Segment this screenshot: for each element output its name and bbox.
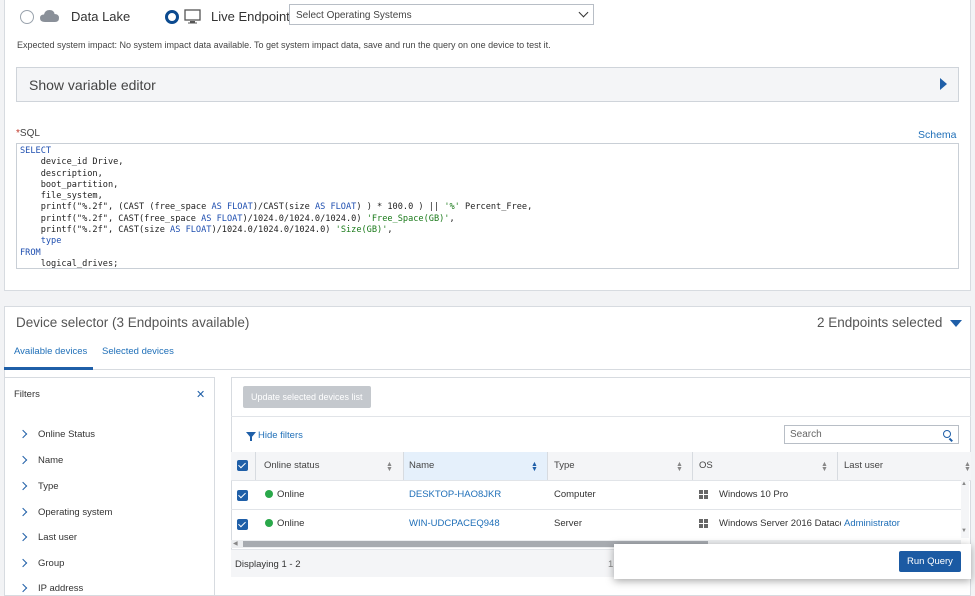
windows-icon xyxy=(699,519,708,528)
filter-online-status[interactable]: Online Status xyxy=(38,429,95,440)
row-status: Online xyxy=(277,518,305,529)
search-input[interactable]: Search xyxy=(784,425,959,444)
row-device-name[interactable]: WIN-UDCPACEQ948 xyxy=(409,518,500,529)
filters-title: Filters xyxy=(14,389,40,400)
caret-down-icon[interactable] xyxy=(950,320,962,327)
run-query-button[interactable]: Run Query xyxy=(899,551,961,572)
tab-bar-divider xyxy=(4,369,971,370)
column-divider xyxy=(255,452,256,480)
column-header-last-user[interactable]: Last user xyxy=(844,460,883,471)
sort-icon[interactable]: ▲ ▼ xyxy=(386,461,393,473)
sql-editor[interactable]: SELECT device_id Drive, description, boo… xyxy=(16,143,959,269)
online-status-icon xyxy=(265,490,273,498)
sort-icon[interactable]: ▲ ▼ xyxy=(964,461,971,473)
filter-last-user[interactable]: Last user xyxy=(38,532,77,543)
variable-editor-toggle[interactable]: Show variable editor xyxy=(16,67,959,102)
sort-icon[interactable]: ▲ ▼ xyxy=(676,461,683,473)
row-type: Computer xyxy=(554,489,596,500)
search-placeholder: Search xyxy=(790,429,822,440)
filter-icon-stem xyxy=(250,437,252,441)
column-header-os[interactable]: OS xyxy=(699,460,713,471)
schema-link[interactable]: Schema xyxy=(918,129,957,141)
header-bottom-line xyxy=(231,480,971,481)
sql-label: *SQL xyxy=(16,128,40,139)
grid-toolbar-divider xyxy=(231,416,971,417)
monitor-icon xyxy=(184,9,201,24)
column-header-online-status[interactable]: Online status xyxy=(264,460,319,471)
row-checkbox[interactable] xyxy=(237,490,248,501)
system-impact-text: Expected system impact: No system impact… xyxy=(17,40,551,50)
os-select[interactable]: Select Operating Systems xyxy=(289,4,594,25)
caret-right-icon[interactable] xyxy=(940,78,947,90)
row-last-user[interactable]: Administrator xyxy=(844,518,900,529)
endpoints-selected-count[interactable]: 2 Endpoints selected xyxy=(817,315,942,330)
system-impact-message: No system impact data available. To get … xyxy=(117,40,551,50)
filter-type[interactable]: Type xyxy=(38,481,59,492)
update-selected-devices-button[interactable]: Update selected devices list xyxy=(243,386,371,408)
scroll-up-icon[interactable]: ▲ xyxy=(961,481,967,487)
cloud-icon xyxy=(40,9,60,23)
column-divider xyxy=(837,452,838,480)
windows-icon xyxy=(699,490,708,499)
filters-sidebar xyxy=(4,377,215,596)
filter-ip-address[interactable]: IP address xyxy=(38,583,83,594)
sort-icon[interactable]: ▲ ▼ xyxy=(531,461,538,473)
data-lake-label: Data Lake xyxy=(71,9,131,24)
close-icon[interactable]: ✕ xyxy=(196,388,205,401)
displaying-count: Displaying 1 - 2 xyxy=(235,559,301,570)
hide-filters-link[interactable]: Hide filters xyxy=(258,430,303,441)
column-header-type[interactable]: Type xyxy=(554,460,575,471)
pagination-page[interactable]: 1 xyxy=(608,559,613,570)
filter-operating-system[interactable]: Operating system xyxy=(38,507,112,518)
row-type: Server xyxy=(554,518,582,529)
live-endpoint-radio[interactable] xyxy=(165,10,179,24)
sql-label-text: SQL xyxy=(19,128,40,139)
tab-available-devices[interactable]: Available devices xyxy=(14,346,87,357)
filter-name[interactable]: Name xyxy=(38,455,63,466)
row-device-name[interactable]: DESKTOP-HAO8JKR xyxy=(409,489,501,500)
column-divider xyxy=(403,452,404,480)
row-divider xyxy=(231,509,961,510)
variable-editor-label: Show variable editor xyxy=(29,77,156,93)
filter-group[interactable]: Group xyxy=(38,558,64,569)
active-tab-indicator xyxy=(4,367,93,370)
column-divider xyxy=(692,452,693,480)
tab-selected-devices[interactable]: Selected devices xyxy=(102,346,174,357)
online-status-icon xyxy=(265,519,273,527)
column-divider xyxy=(547,452,548,480)
sort-icon[interactable]: ▲ ▼ xyxy=(821,461,828,473)
row-checkbox[interactable] xyxy=(237,519,248,530)
row-os: Windows Server 2016 Datace xyxy=(719,518,841,529)
scroll-left-icon[interactable]: ◀ xyxy=(233,540,238,547)
column-header-name[interactable]: Name xyxy=(409,460,434,471)
system-impact-label: Expected system impact: xyxy=(17,40,118,50)
device-selector-title: Device selector (3 Endpoints available) xyxy=(16,315,250,330)
os-select-value: Select Operating Systems xyxy=(296,10,412,21)
live-endpoint-label: Live Endpoint xyxy=(211,9,290,24)
scroll-down-icon[interactable]: ▼ xyxy=(961,528,967,534)
data-lake-radio[interactable] xyxy=(20,10,34,24)
select-all-checkbox[interactable] xyxy=(237,460,248,471)
row-status: Online xyxy=(277,489,305,500)
row-os: Windows 10 Pro xyxy=(719,489,789,500)
